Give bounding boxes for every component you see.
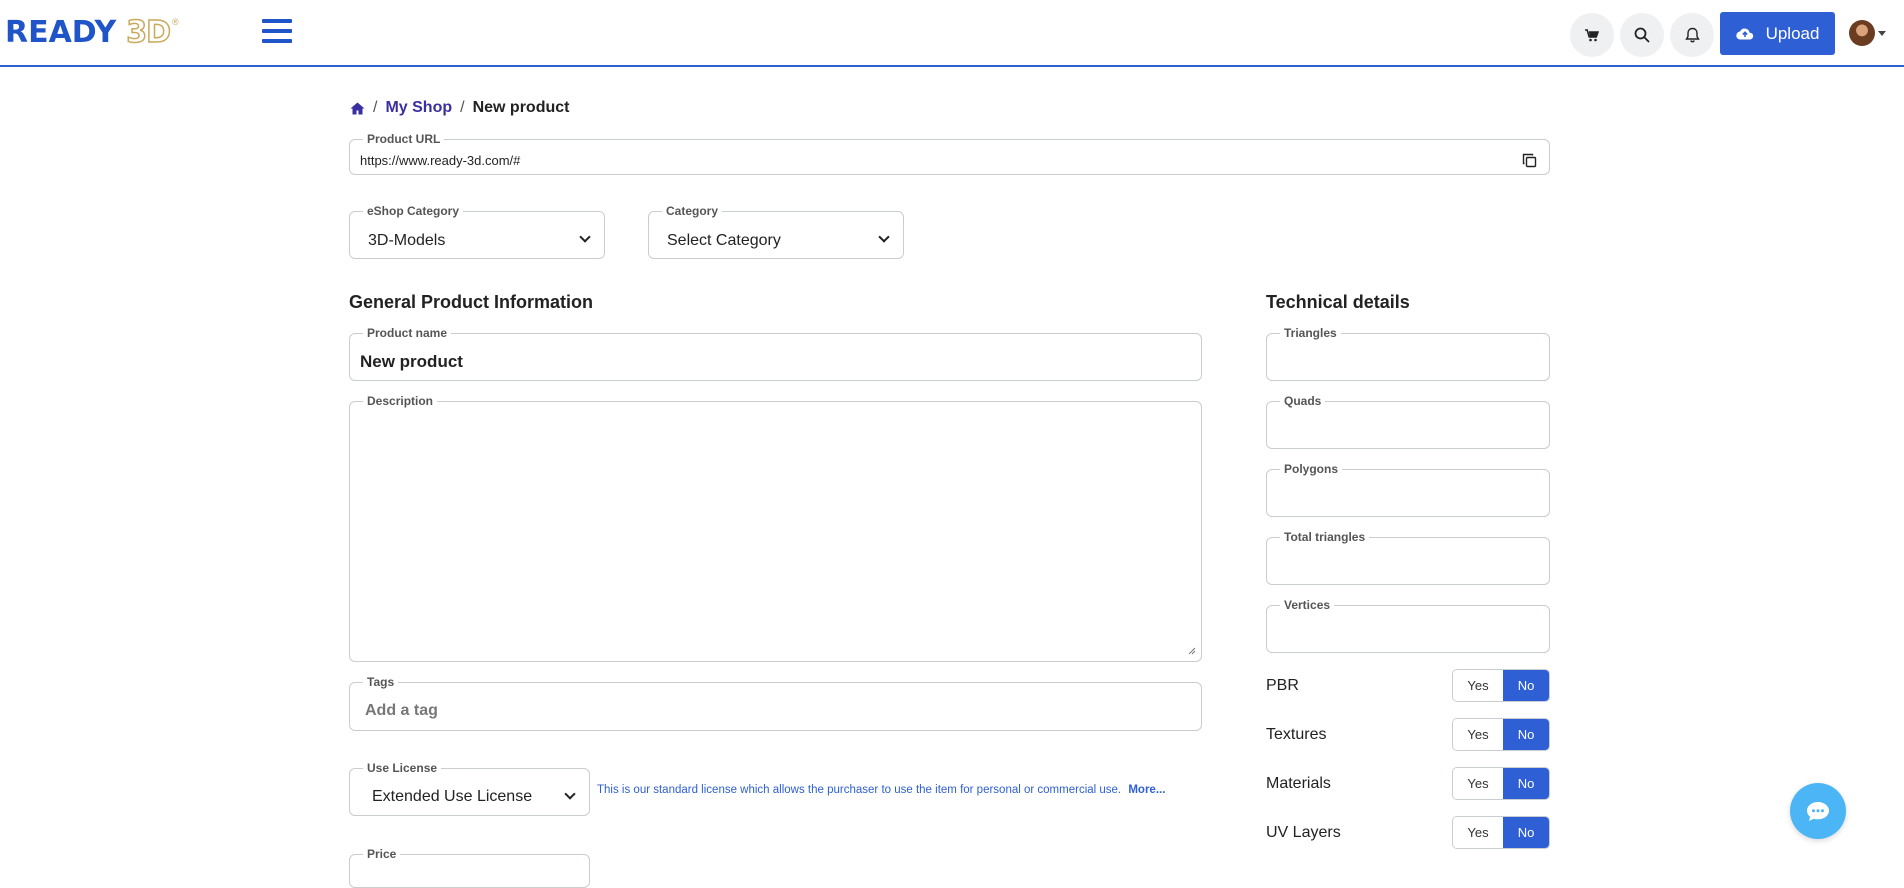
product-url-field[interactable]: Product URL https://www.ready-3d.com/#: [349, 133, 1550, 175]
resize-handle-icon[interactable]: [1186, 645, 1196, 655]
uv-layers-toggle[interactable]: Yes No: [1452, 816, 1550, 849]
tags-placeholder: Add a tag: [365, 702, 438, 719]
triangles-label: Triangles: [1284, 326, 1337, 340]
price-label: Price: [367, 847, 397, 861]
breadcrumb-separator: /: [460, 99, 465, 116]
description-label: Description: [367, 394, 434, 408]
logo-text: READY: [5, 14, 117, 50]
license-more-link[interactable]: More...: [1128, 784, 1165, 796]
bell-icon: [1684, 27, 1700, 43]
product-name-input[interactable]: Product name New product: [349, 327, 1202, 381]
product-url-value: https://www.ready-3d.com/#: [360, 153, 521, 168]
use-license-label: Use License: [367, 761, 438, 775]
pbr-toggle[interactable]: Yes No: [1452, 669, 1550, 702]
cart-icon: [1585, 28, 1599, 41]
copy-icon[interactable]: [1522, 153, 1537, 168]
textures-toggle[interactable]: Yes No: [1452, 718, 1550, 751]
breadcrumb-current: New product: [472, 99, 570, 116]
materials-label: Materials: [1266, 775, 1331, 792]
search-icon: [1634, 27, 1650, 43]
textures-label: Textures: [1266, 726, 1327, 743]
total-triangles-label: Total triangles: [1284, 530, 1366, 544]
chevron-down-icon: [564, 788, 576, 800]
uv-layers-label: UV Layers: [1266, 824, 1341, 841]
ready3d-logo[interactable]: READY 3D ®: [5, 14, 179, 51]
materials-toggle[interactable]: Yes No: [1452, 767, 1550, 800]
pbr-label: PBR: [1266, 677, 1299, 694]
breadcrumb-my-shop[interactable]: My Shop: [385, 99, 452, 117]
product-url-label: Product URL: [367, 132, 441, 146]
pbr-no-option[interactable]: No: [1503, 670, 1549, 701]
chevron-down-icon: [878, 231, 890, 243]
eshop-category-label: eShop Category: [367, 204, 460, 218]
category-select[interactable]: Category Select Category: [648, 205, 904, 259]
textures-no-option[interactable]: No: [1503, 719, 1549, 750]
product-name-label: Product name: [367, 326, 448, 340]
logo-registered-mark: ®: [172, 17, 179, 27]
chevron-down-icon[interactable]: [1878, 31, 1886, 36]
category-label: Category: [666, 204, 719, 218]
polygons-label: Polygons: [1284, 462, 1339, 476]
quads-label: Quads: [1284, 394, 1322, 408]
vertices-label: Vertices: [1284, 598, 1331, 612]
chat-bubble-icon: [1807, 802, 1829, 821]
eshop-category-select[interactable]: eShop Category 3D-Models: [349, 205, 605, 259]
tags-input[interactable]: Tags Add a tag: [349, 676, 1202, 731]
tags-label: Tags: [367, 675, 395, 689]
product-name-value: New product: [360, 352, 463, 371]
total-triangles-input[interactable]: Total triangles: [1266, 531, 1550, 585]
uv-layers-no-option[interactable]: No: [1503, 817, 1549, 848]
upload-button[interactable]: Upload: [1720, 12, 1835, 55]
general-info-title: General Product Information: [349, 292, 594, 312]
materials-no-option[interactable]: No: [1503, 768, 1549, 799]
use-license-value: Extended Use License: [372, 788, 533, 805]
license-note: This is our standard license which allow…: [597, 784, 1165, 796]
cart-button[interactable]: [1570, 13, 1614, 57]
chat-button[interactable]: [1790, 783, 1846, 839]
breadcrumb: / My Shop / New product: [350, 99, 569, 117]
uv-layers-yes-option[interactable]: Yes: [1453, 817, 1503, 848]
user-avatar[interactable]: [1849, 20, 1875, 46]
chevron-down-icon: [579, 231, 591, 243]
breadcrumb-separator: /: [373, 99, 378, 116]
textures-yes-option[interactable]: Yes: [1453, 719, 1503, 750]
technical-details-title: Technical details: [1266, 292, 1410, 312]
triangles-input[interactable]: Triangles: [1266, 327, 1550, 381]
notifications-button[interactable]: [1670, 13, 1714, 57]
menu-icon[interactable]: [262, 19, 292, 45]
cloud-upload-icon: [1735, 28, 1753, 40]
home-icon[interactable]: [350, 102, 365, 115]
license-note-text: This is our standard license which allow…: [597, 784, 1122, 796]
upload-label: Upload: [1765, 23, 1820, 43]
pbr-yes-option[interactable]: Yes: [1453, 670, 1503, 701]
top-navbar: READY 3D ® Upload: [0, 0, 1904, 67]
price-input[interactable]: Price: [349, 848, 590, 888]
search-button[interactable]: [1620, 13, 1664, 57]
use-license-select[interactable]: Use License Extended Use License: [349, 762, 590, 816]
vertices-input[interactable]: Vertices: [1266, 599, 1550, 653]
materials-yes-option[interactable]: Yes: [1453, 768, 1503, 799]
description-textarea[interactable]: Description: [349, 395, 1202, 662]
category-value: Select Category: [667, 232, 781, 249]
eshop-category-value: 3D-Models: [368, 232, 446, 249]
quads-input[interactable]: Quads: [1266, 395, 1550, 449]
polygons-input[interactable]: Polygons: [1266, 463, 1550, 517]
logo-3d-text: 3D: [126, 14, 172, 51]
